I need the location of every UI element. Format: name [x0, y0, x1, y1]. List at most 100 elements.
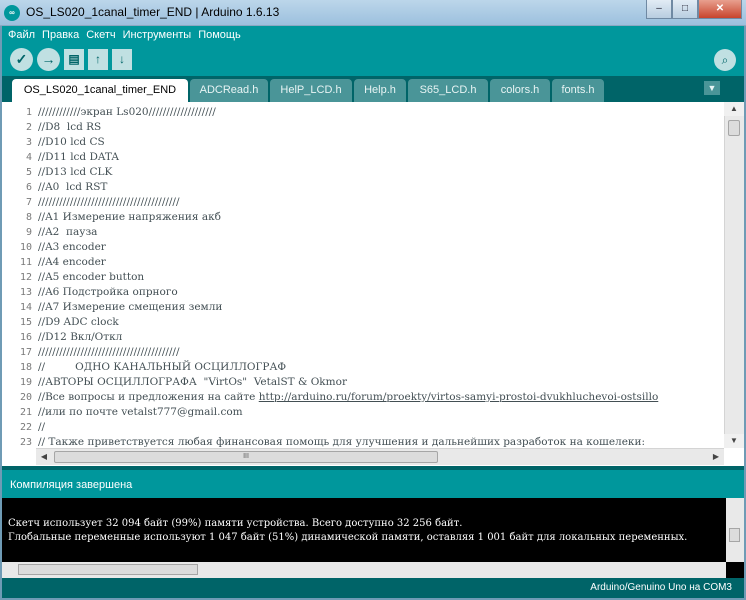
forum-link[interactable]: http://arduino.ru/forum/proekty/virtos-s… — [259, 391, 659, 403]
tab-colors[interactable]: colors.h — [490, 79, 550, 102]
open-sketch-button[interactable]: ↑ — [88, 49, 108, 70]
line-number: 20 — [19, 392, 32, 403]
status-bar: Компиляция завершена — [2, 466, 744, 498]
arduino-logo-icon: ∞ — [4, 5, 20, 21]
code-line[interactable]: //A4 encoder — [38, 255, 724, 270]
scroll-right-button[interactable]: ▶ — [708, 449, 724, 465]
line-number: 13 — [19, 287, 32, 298]
tab-s65-lcd[interactable]: S65_LCD.h — [408, 79, 488, 102]
code-line[interactable]: //D8 lcd RS — [38, 120, 724, 135]
arrow-down-icon: ↓ — [119, 52, 125, 66]
toolbar: ✓ → ▤ ↑ ↓ ⌕ — [2, 44, 744, 76]
code-line[interactable]: //////////////////////////////////////// — [38, 195, 724, 210]
line-number: 4 — [25, 152, 32, 163]
line-number: 12 — [19, 272, 32, 283]
code-line[interactable]: //D12 Вкл/Откл — [38, 330, 724, 345]
line-number: 7 — [25, 197, 32, 208]
code-line-text: //Все вопросы и предложения на сайте — [38, 391, 259, 403]
line-number: 1 — [25, 107, 32, 118]
title-bar: ∞ OS_LS020_1canal_timer_END | Arduino 1.… — [0, 0, 746, 26]
line-number: 21 — [19, 407, 32, 418]
upload-button[interactable]: → — [37, 48, 60, 71]
line-number: 11 — [19, 257, 32, 268]
line-number: 14 — [19, 302, 32, 313]
line-number: 17 — [19, 347, 32, 358]
code-area[interactable]: 1 2 3 4 5 6 7 8 9 10 11 12 13 14 15 16 1… — [2, 102, 724, 448]
code-line[interactable]: //A5 encoder button — [38, 270, 724, 285]
menu-tools[interactable]: Инструменты — [123, 29, 192, 41]
console-line: Глобальные переменные используют 1 047 б… — [8, 532, 688, 543]
close-button[interactable]: ✕ — [698, 0, 742, 19]
vertical-scroll-thumb[interactable] — [728, 120, 740, 136]
console-horizontal-scrollbar[interactable] — [2, 562, 726, 578]
code-line[interactable]: //АВТОРЫ ОСЦИЛЛОГРАФА "VirtOs" VetalST &… — [38, 375, 724, 390]
code-line[interactable]: //////////////////////////////////////// — [38, 345, 724, 360]
code-line[interactable]: // Также приветствуется любая финансовая… — [38, 435, 724, 448]
scroll-up-button[interactable]: ▲ — [724, 102, 744, 116]
line-number-gutter: 1 2 3 4 5 6 7 8 9 10 11 12 13 14 15 16 1… — [2, 105, 36, 448]
code-line[interactable]: // — [38, 420, 724, 435]
horizontal-scroll-thumb[interactable]: III — [54, 451, 438, 463]
arrow-up-icon: ↑ — [95, 52, 101, 66]
code-line[interactable]: // ОДНО КАНАЛЬНЫЙ ОСЦИЛЛОГРАФ — [38, 360, 724, 375]
tab-fonts[interactable]: fonts.h — [552, 79, 604, 102]
minimize-button[interactable]: – — [646, 0, 672, 19]
line-number: 16 — [19, 332, 32, 343]
console-vertical-scrollbar[interactable] — [726, 498, 744, 562]
new-file-icon: ▤ — [68, 52, 80, 66]
save-sketch-button[interactable]: ↓ — [112, 49, 132, 70]
menu-edit[interactable]: Правка — [42, 29, 79, 41]
menu-sketch[interactable]: Скетч — [86, 29, 115, 41]
code-line[interactable]: //D9 ADC clock — [38, 315, 724, 330]
line-number: 6 — [25, 182, 32, 193]
serial-monitor-button[interactable]: ⌕ — [714, 49, 736, 71]
maximize-button[interactable]: □ — [672, 0, 698, 19]
console-vertical-thumb[interactable] — [729, 528, 740, 542]
menu-bar: Файл Правка Скетч Инструменты Помощь — [2, 26, 744, 44]
tab-help-lcd[interactable]: HelP_LCD.h — [270, 79, 352, 102]
board-port-label: Arduino/Genuino Uno на COM3 — [590, 582, 732, 593]
console-horizontal-thumb[interactable] — [18, 564, 198, 575]
line-number: 2 — [25, 122, 32, 133]
code-line[interactable]: //Все вопросы и предложения на сайте htt… — [38, 390, 724, 405]
line-number: 3 — [25, 137, 32, 148]
window-controls: – □ ✕ — [646, 0, 742, 20]
line-number: 5 — [25, 167, 32, 178]
tab-help[interactable]: Help.h — [354, 79, 406, 102]
code-editor[interactable]: 1 2 3 4 5 6 7 8 9 10 11 12 13 14 15 16 1… — [2, 102, 744, 466]
board-status-bar: Arduino/Genuino Uno на COM3 — [2, 578, 744, 598]
scroll-left-button[interactable]: ◀ — [36, 449, 52, 465]
editor-horizontal-scrollbar[interactable]: ◀ III ▶ — [36, 448, 724, 465]
verify-button[interactable]: ✓ — [10, 48, 33, 71]
menu-help[interactable]: Помощь — [198, 29, 241, 41]
line-number: 18 — [19, 362, 32, 373]
line-number: 15 — [19, 317, 32, 328]
tab-main-sketch[interactable]: OS_LS020_1canal_timer_END — [12, 79, 188, 102]
tab-adcread[interactable]: ADCRead.h — [190, 79, 268, 102]
code-lines[interactable]: ////////////экран Ls020/////////////////… — [38, 105, 724, 448]
line-number: 19 — [19, 377, 32, 388]
tab-menu-button[interactable]: ▼ — [704, 81, 720, 95]
code-line[interactable]: //A7 Измерение смещения земли — [38, 300, 724, 315]
console-line: Скетч использует 32 094 байт (99%) памят… — [8, 518, 463, 529]
new-sketch-button[interactable]: ▤ — [64, 49, 84, 70]
line-number: 9 — [25, 227, 32, 238]
menu-file[interactable]: Файл — [8, 29, 35, 41]
code-line[interactable]: //A6 Подстройка опрного — [38, 285, 724, 300]
code-line[interactable]: //D10 lcd CS — [38, 135, 724, 150]
scroll-down-button[interactable]: ▼ — [724, 434, 744, 448]
tab-bar: OS_LS020_1canal_timer_END ADCRead.h HelP… — [2, 76, 744, 102]
code-line[interactable]: //A2 пауза — [38, 225, 724, 240]
magnifier-icon: ⌕ — [721, 53, 729, 67]
code-line[interactable]: ////////////экран Ls020/////////////////… — [38, 105, 724, 120]
code-line[interactable]: //или по почте vetalst777@gmail.com — [38, 405, 724, 420]
code-line[interactable]: //D11 lcd DATA — [38, 150, 724, 165]
window-title: OS_LS020_1canal_timer_END | Arduino 1.6.… — [26, 5, 280, 19]
code-line[interactable]: //A3 encoder — [38, 240, 724, 255]
code-line[interactable]: //A1 Измерение напряжения акб — [38, 210, 724, 225]
code-line[interactable]: //D13 lcd CLK — [38, 165, 724, 180]
code-line[interactable]: //A0 lcd RST — [38, 180, 724, 195]
editor-vertical-scrollbar[interactable] — [724, 116, 744, 448]
output-console[interactable]: Скетч использует 32 094 байт (99%) памят… — [2, 498, 744, 578]
line-number: 8 — [25, 212, 32, 223]
